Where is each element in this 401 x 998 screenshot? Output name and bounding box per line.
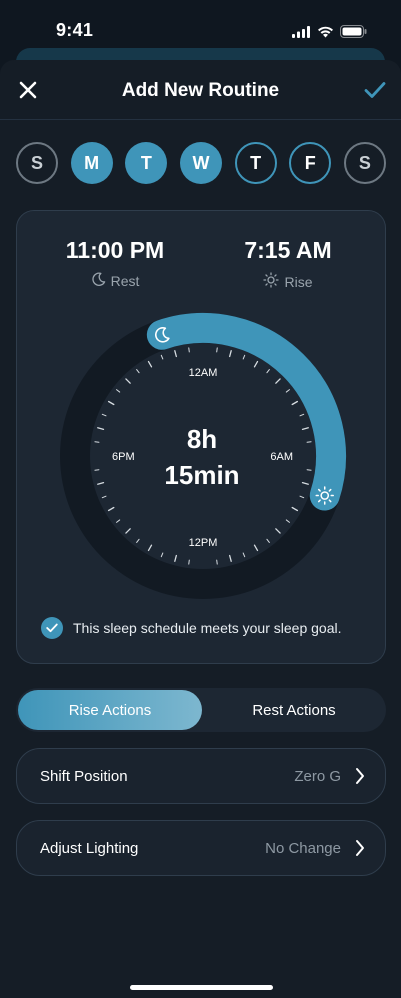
day-toggle-thursday[interactable]: T	[234, 142, 277, 184]
day-selector: S M T W T F S	[16, 142, 386, 184]
status-icons	[292, 25, 367, 43]
row-label: Shift Position	[40, 768, 128, 785]
checkmark-icon	[364, 82, 386, 98]
dial-label-12pm: 12PM	[189, 537, 218, 549]
day-toggle-wednesday[interactable]: W	[179, 142, 222, 184]
row-value: Zero G	[294, 768, 341, 785]
duration-hours: 8h	[186, 424, 218, 454]
status-bar: 9:41	[0, 0, 401, 50]
goal-checkbox[interactable]	[41, 617, 63, 639]
home-indicator	[130, 985, 273, 990]
screen: 9:41 Add New Routine S M T W T F S 11:00…	[0, 0, 401, 998]
day-toggle-tuesday[interactable]: T	[125, 142, 168, 184]
dial-tick	[306, 469, 312, 471]
status-time: 9:41	[56, 20, 94, 40]
sleep-schedule-card: 11:00 PM Rest 7:15 AM Rise 12AM 6AM 12PM…	[16, 210, 386, 664]
day-toggle-sunday[interactable]: S	[16, 142, 58, 184]
dial-tick	[216, 347, 218, 353]
sleep-duration: 8h 15min	[102, 421, 302, 493]
dial-tick	[306, 441, 312, 443]
day-toggle-friday[interactable]: F	[289, 142, 332, 184]
dial-tick	[94, 469, 100, 471]
goal-message: This sleep schedule meets your sleep goa…	[73, 620, 342, 636]
dial-label-12am: 12AM	[189, 367, 218, 379]
nav-bar: Add New Routine	[0, 60, 401, 120]
sleep-goal-notice: This sleep schedule meets your sleep goa…	[41, 617, 341, 639]
tab-rise-actions[interactable]: Rise Actions	[18, 690, 202, 730]
tab-rest-actions[interactable]: Rest Actions	[202, 690, 386, 730]
cellular-signal-icon	[292, 25, 311, 43]
adjust-lighting-row[interactable]: Adjust Lighting No Change	[16, 820, 386, 876]
day-toggle-saturday[interactable]: S	[343, 142, 386, 184]
chevron-right-icon	[356, 840, 364, 856]
chevron-right-icon	[356, 768, 364, 784]
routine-sheet: Add New Routine S M T W T F S 11:00 PM R…	[0, 60, 401, 998]
save-button[interactable]	[361, 76, 389, 104]
page-title: Add New Routine	[121, 80, 280, 101]
dial-tick	[94, 441, 100, 443]
dial-tick	[188, 347, 190, 353]
dial-tick	[216, 559, 218, 565]
day-toggle-monday[interactable]: M	[70, 142, 113, 184]
duration-minutes: 15min	[164, 460, 240, 490]
dial-tick	[188, 559, 190, 565]
wifi-icon	[317, 25, 334, 43]
checkmark-icon	[46, 623, 58, 633]
battery-icon	[340, 25, 367, 43]
row-value: No Change	[265, 840, 341, 857]
actions-segmented-control: Rise Actions Rest Actions	[16, 688, 386, 732]
row-label: Adjust Lighting	[40, 840, 139, 857]
shift-position-row[interactable]: Shift Position Zero G	[16, 748, 386, 804]
